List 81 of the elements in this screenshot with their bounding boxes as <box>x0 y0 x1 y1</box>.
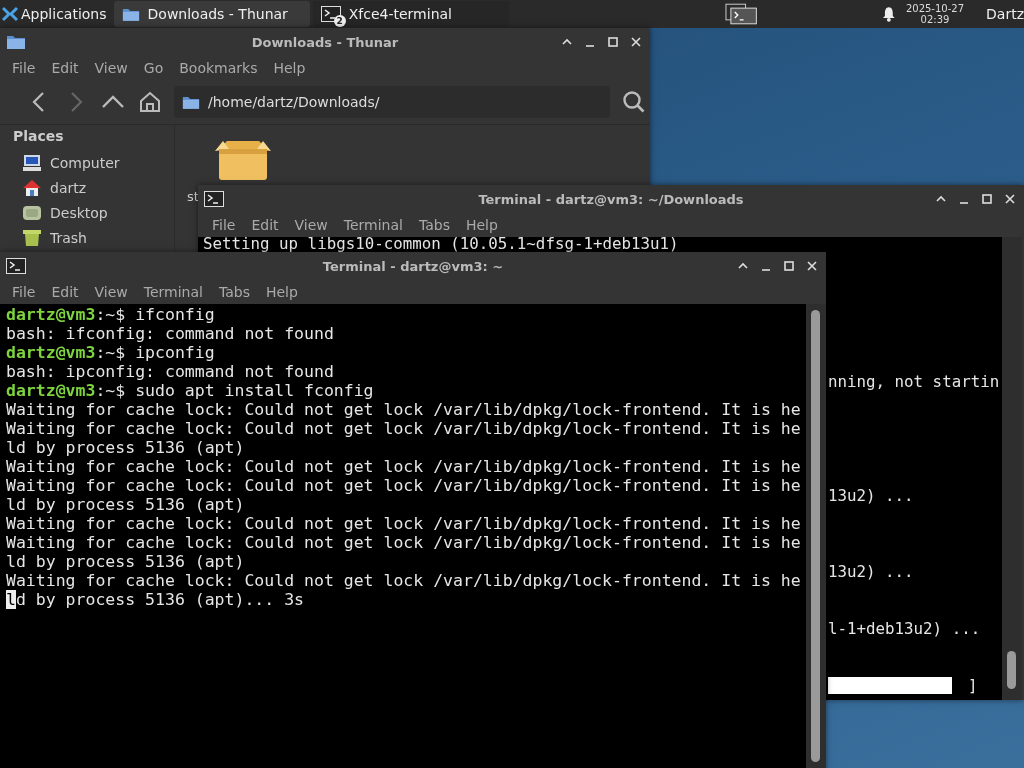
sidebar-item[interactable]: Desktop <box>13 200 174 225</box>
menu-item[interactable]: File <box>204 217 244 233</box>
close-icon[interactable] <box>1004 193 1016 205</box>
home-icon[interactable] <box>138 91 161 113</box>
menu-item[interactable]: Go <box>135 60 172 76</box>
location-field[interactable]: /home/dartz/Downloads/ <box>174 86 610 118</box>
terminal-line: nning, not startin <box>828 372 1001 391</box>
maximize-icon[interactable] <box>981 193 993 205</box>
terminal-line: Waiting for cache lock: Could not get lock /var/lib/dpkg/lock-frontend. It is he <box>6 476 802 495</box>
menu-item[interactable]: View <box>86 284 136 300</box>
terminal-line: Waiting for cache lock: Could not get lock /var/lib/dpkg/lock-frontend. It is he <box>6 457 802 476</box>
back-icon[interactable] <box>30 91 47 113</box>
house-icon <box>22 178 42 197</box>
menu-item[interactable]: Terminal <box>335 217 411 233</box>
scrollbar[interactable] <box>1002 237 1022 700</box>
up-icon[interactable] <box>100 95 125 109</box>
sidebar-item[interactable]: Computer <box>13 150 174 175</box>
menu-item[interactable]: Edit <box>43 60 87 76</box>
window-title: Terminal - dartz@vm3: ~/Downloads <box>478 191 744 207</box>
terminal-line: Waiting for cache lock: Could not get lock /var/lib/dpkg/lock-frontend. It is he <box>6 419 802 438</box>
computer-icon <box>22 153 42 172</box>
clock-time[interactable]: 02:39 <box>920 14 950 25</box>
menu-item[interactable]: Help <box>265 60 314 76</box>
taskbar-button[interactable]: 2 Xfce4-terminal <box>312 1 509 27</box>
window-title: Terminal - dartz@vm3: ~ <box>322 258 504 274</box>
terminal-line: Waiting for cache lock: Could not get lock /var/lib/dpkg/lock-frontend. It is he <box>6 514 802 533</box>
folder-icon <box>182 94 200 110</box>
scrollbar[interactable] <box>806 304 826 768</box>
clock-date[interactable]: 2025-10-27 <box>905 3 965 14</box>
menu-item[interactable]: File <box>4 60 44 76</box>
terminal-line: bash: ipconfig: command not found <box>6 362 335 381</box>
folder-icon <box>6 34 26 50</box>
notification-bell-icon[interactable] <box>882 6 896 22</box>
menu-item[interactable]: View <box>286 217 336 233</box>
folder-icon <box>121 6 140 22</box>
terminal-line: ld by process 5136 (apt) <box>6 438 246 457</box>
terminal-line: Waiting for cache lock: Could not get lock /var/lib/dpkg/lock-frontend. It is he <box>6 533 802 552</box>
applications-menu-button[interactable]: Applications <box>0 0 111 28</box>
menu-item[interactable]: File <box>4 284 44 300</box>
trash-icon <box>22 228 42 247</box>
menu-item[interactable]: Terminal <box>135 284 211 300</box>
terminal-line: Waiting for cache lock: Could not get lock /var/lib/dpkg/lock-frontend. It is he <box>6 571 802 590</box>
terminal-line: l-1+deb13u2) ... <box>828 619 982 638</box>
menu-item[interactable]: View <box>86 60 136 76</box>
terminal-line: bash: ifconfig: command not found <box>6 324 335 343</box>
maximize-icon[interactable] <box>607 36 619 48</box>
terminal-line: Setting up libgs10-common (10.05.1~dfsg-1+deb13u1) <box>203 237 680 251</box>
window-title: Downloads - Thunar <box>251 34 399 50</box>
menu-item[interactable]: Tabs <box>410 217 458 233</box>
terminal-line: Waiting for cache lock: Could not get lock /var/lib/dpkg/lock-frontend. It is he <box>6 400 802 419</box>
terminal-line: ld by process 5136 (apt) <box>6 495 246 514</box>
taskbar-button[interactable]: Downloads - Thunar <box>113 1 310 27</box>
close-icon[interactable] <box>630 36 642 48</box>
terminal-line: dartz@vm3:~$ sudo apt install fconfig <box>6 381 375 400</box>
terminal-line: dartz@vm3:~$ ipconfig <box>6 343 216 362</box>
menu-item[interactable]: Help <box>257 284 306 300</box>
maximize-icon[interactable] <box>783 260 795 272</box>
terminal-line: 13u2) ... <box>828 562 915 581</box>
close-icon[interactable] <box>806 260 818 272</box>
menu-item[interactable]: Help <box>457 217 506 233</box>
workspace-switcher-icon[interactable] <box>724 3 759 25</box>
terminal-line: ld by process 5136 (apt) <box>6 552 246 571</box>
terminal-line: 13u2) ... <box>828 486 915 505</box>
terminal-icon <box>6 258 26 274</box>
progress-bracket: ] <box>968 676 978 695</box>
menu-item[interactable]: Bookmarks <box>171 60 266 76</box>
user-name[interactable]: Dartz <box>986 6 1024 22</box>
menu-item[interactable]: Edit <box>43 284 87 300</box>
terminal-line: dartz@vm3:~$ ifconfig <box>6 305 216 324</box>
terminal-icon <box>320 6 341 22</box>
applications-icon <box>2 6 18 22</box>
search-icon[interactable] <box>622 90 646 114</box>
sidebar-item[interactable]: dartz <box>13 175 174 200</box>
desktop-icon <box>22 203 42 222</box>
sidebar-item[interactable]: Trash <box>13 225 174 250</box>
menu-item[interactable]: Tabs <box>210 284 258 300</box>
sidebar-heading: Places <box>13 128 65 144</box>
terminal-icon <box>204 191 224 207</box>
menu-item[interactable]: Edit <box>243 217 287 233</box>
file-name[interactable]: st <box>187 189 199 204</box>
terminal-line: ld by process 5136 (apt)... 3s <box>6 590 306 609</box>
